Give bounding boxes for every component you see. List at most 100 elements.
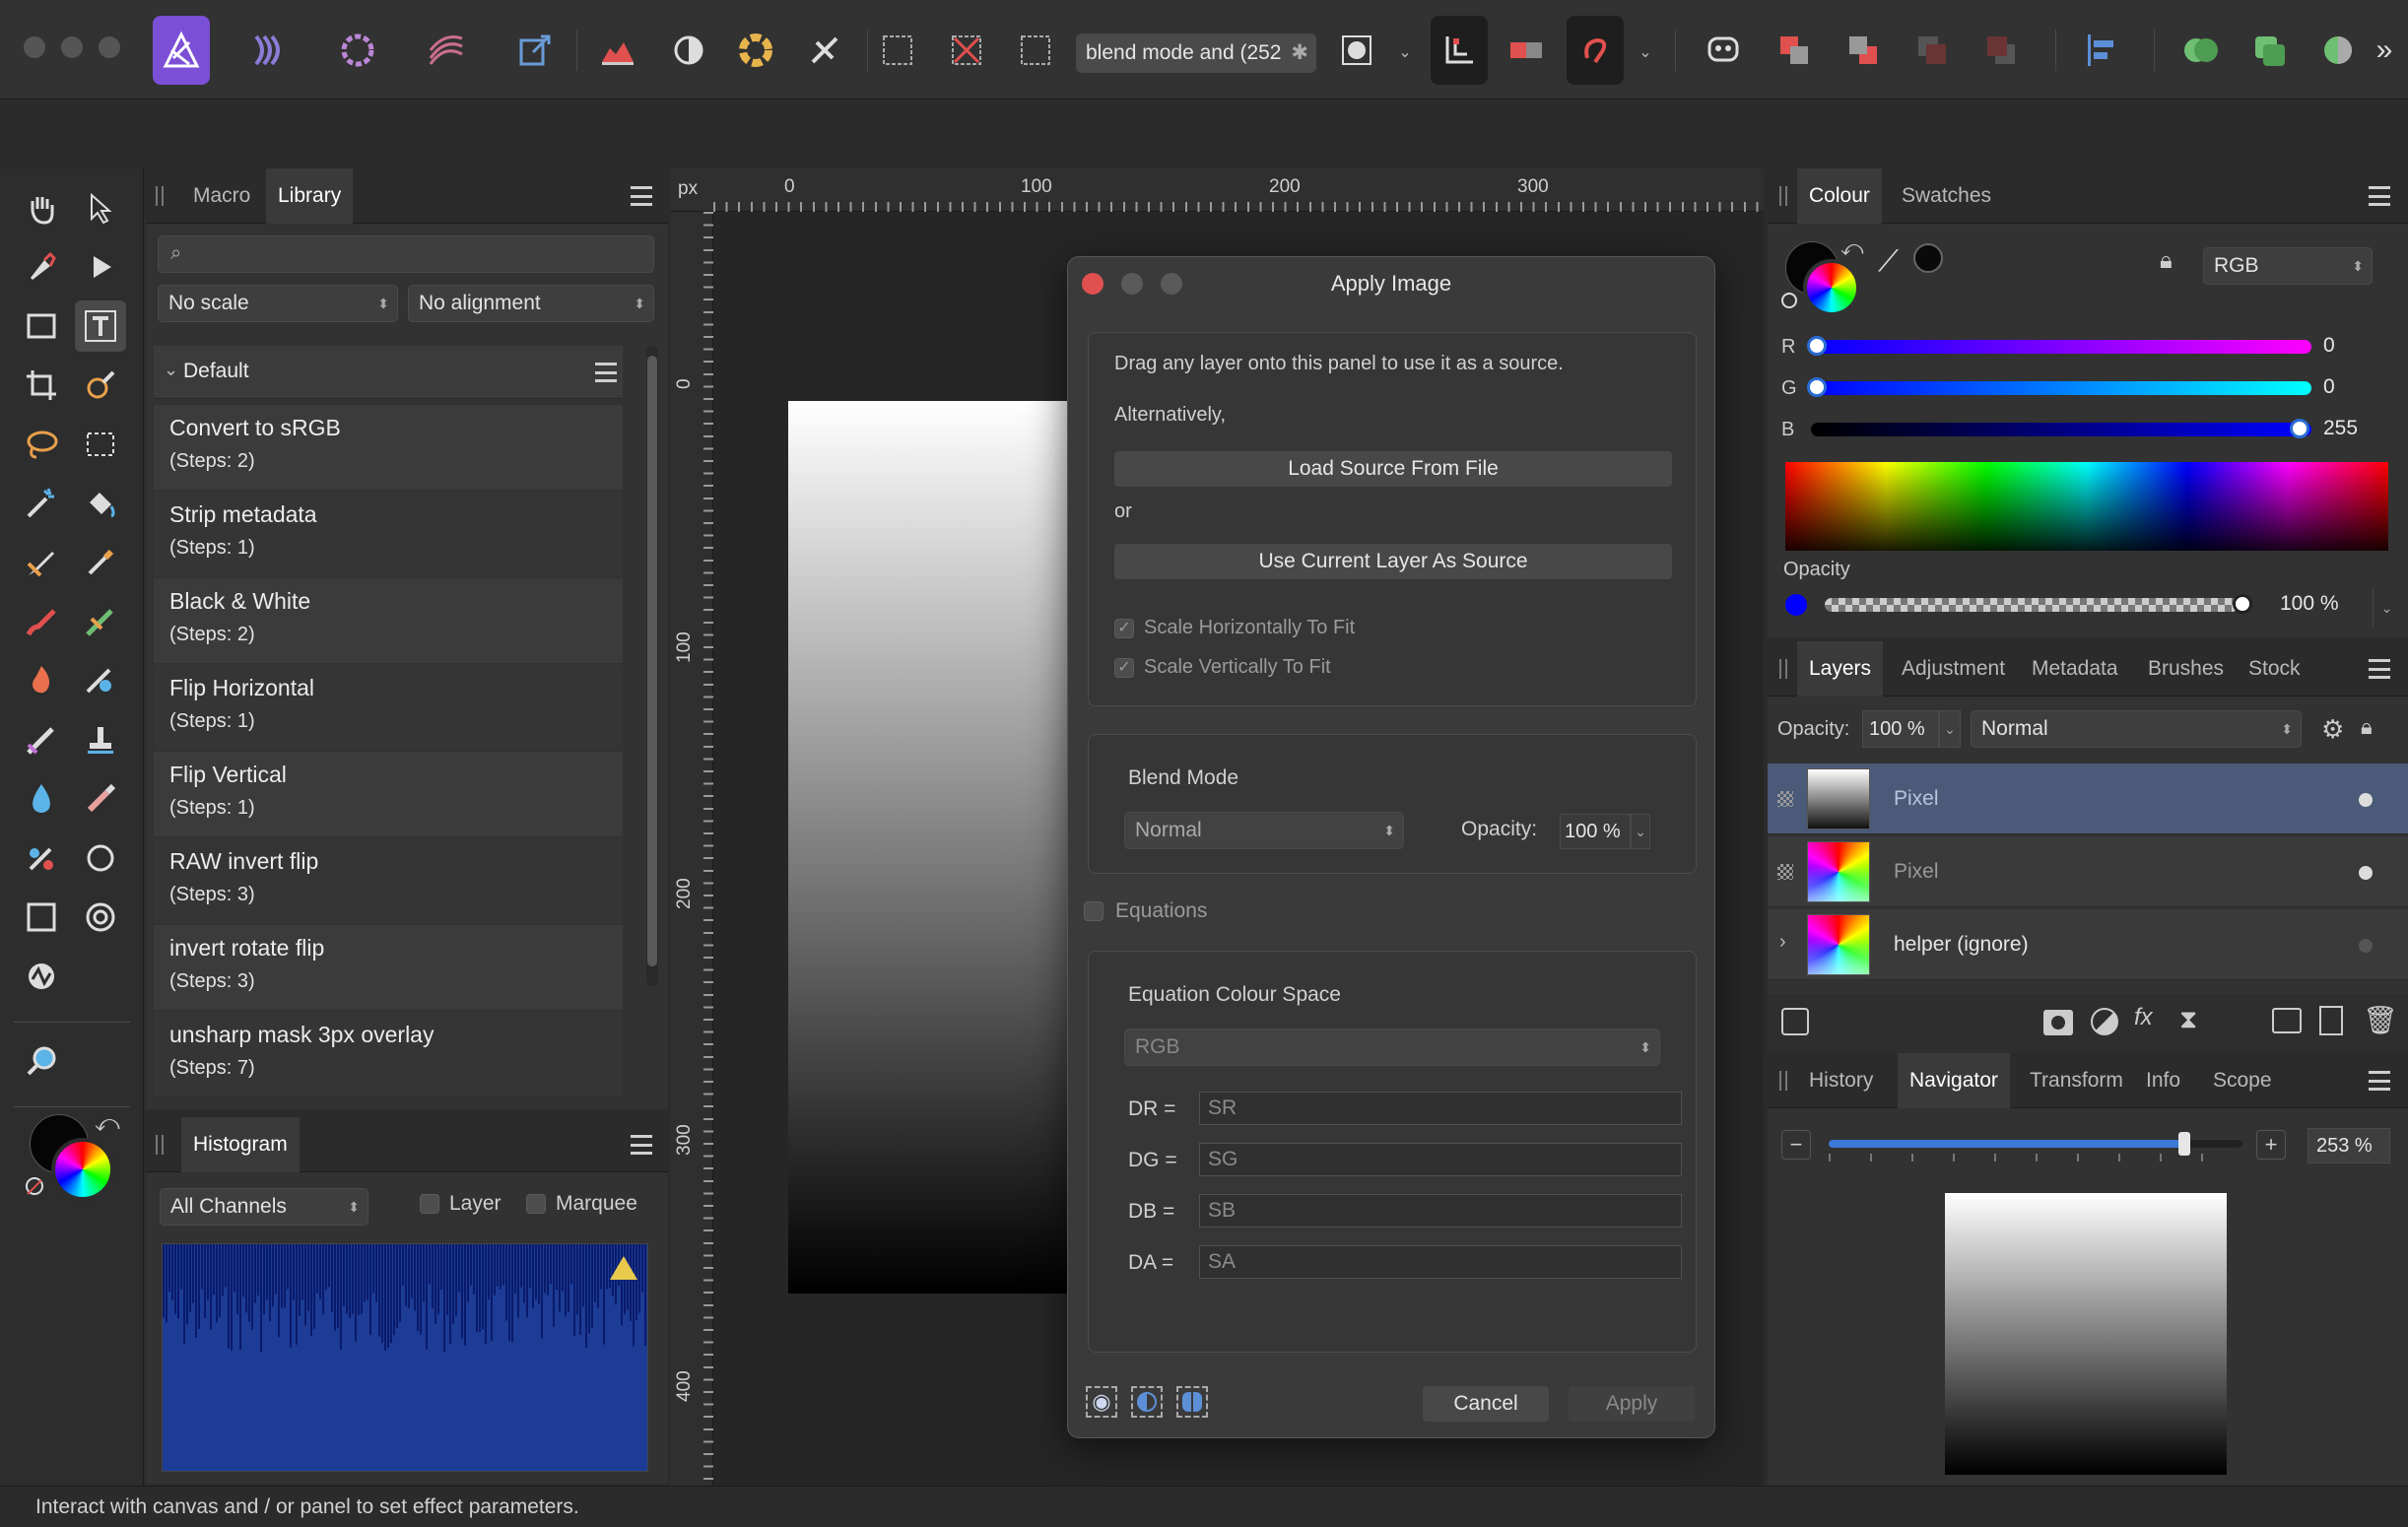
- colour-opacity-slider[interactable]: [1825, 598, 2239, 612]
- tab-history[interactable]: History: [1797, 1053, 1885, 1108]
- tab-swatches[interactable]: Swatches: [1890, 168, 2003, 224]
- lock-icon[interactable]: 🔒︎: [2361, 714, 2373, 740]
- chevron-down-icon[interactable]: ⌄: [2373, 588, 2400, 628]
- r-channel-slider[interactable]: [1811, 340, 2311, 354]
- layer-opacity-input[interactable]: 100 %: [1862, 710, 1939, 748]
- selection-mode-icon[interactable]: [869, 16, 926, 85]
- g-channel-value[interactable]: 0: [2323, 375, 2335, 399]
- auto-colour-icon[interactable]: [727, 16, 784, 85]
- tab-colour[interactable]: Colour: [1797, 168, 1882, 224]
- layer-row-pixel-selected[interactable]: Pixel: [1768, 764, 2408, 834]
- layer-visibility-dot[interactable]: [2359, 793, 2373, 807]
- text-tool-icon[interactable]: [75, 300, 126, 352]
- levels-icon[interactable]: [589, 16, 646, 85]
- secondary-colour-well[interactable]: [1803, 259, 1860, 316]
- clone-stamp-icon[interactable]: [75, 714, 126, 765]
- alignment-select[interactable]: No alignment ⬍: [408, 285, 654, 322]
- library-item[interactable]: Convert to sRGB (Steps: 2): [154, 405, 623, 490]
- library-item[interactable]: unsharp mask 3px overlay (Steps: 7): [154, 1012, 623, 1096]
- tab-layers[interactable]: Layers: [1797, 641, 1884, 697]
- cancel-button[interactable]: Cancel: [1423, 1386, 1549, 1422]
- panel-grip-icon[interactable]: [1779, 186, 1787, 206]
- auto-contrast-icon[interactable]: [660, 16, 717, 85]
- develop-persona-icon[interactable]: [329, 16, 386, 85]
- tab-adjustment[interactable]: Adjustment: [1890, 641, 2017, 697]
- marquee-checkbox[interactable]: [526, 1194, 546, 1214]
- zoom-out-button[interactable]: −: [1781, 1130, 1811, 1160]
- chevron-right-icon[interactable]: ›: [1779, 931, 1786, 954]
- tone-mapping-persona-icon[interactable]: [418, 16, 475, 85]
- secondary-colour-well[interactable]: [51, 1138, 114, 1201]
- fx-icon[interactable]: fx: [2134, 1004, 2153, 1031]
- zoom-slider-knob[interactable]: [2178, 1132, 2191, 1156]
- red-eye-tool-icon[interactable]: [16, 832, 67, 884]
- adjustment-layer-icon[interactable]: [2091, 1008, 2118, 1035]
- blur-tool-icon[interactable]: [16, 773, 67, 825]
- gear-icon[interactable]: ⚙: [2321, 714, 2344, 745]
- layer-visibility-dot[interactable]: [2359, 939, 2373, 953]
- horizontal-ruler[interactable]: px 0 100 200 300: [670, 168, 1764, 212]
- group-folder-icon[interactable]: [2272, 1008, 2302, 1033]
- library-item[interactable]: Strip metadata (Steps: 1): [154, 492, 623, 576]
- g-channel-knob[interactable]: [1807, 377, 1827, 397]
- view-mode-icon[interactable]: [1498, 16, 1555, 85]
- b-channel-value[interactable]: 255: [2323, 417, 2358, 440]
- healing-brush-icon[interactable]: [16, 714, 67, 765]
- auto-white-balance-icon[interactable]: [796, 16, 853, 85]
- layer-row-helper[interactable]: › helper (ignore): [1768, 909, 2408, 980]
- hand-tool-icon[interactable]: [16, 182, 67, 233]
- b-channel-knob[interactable]: [2290, 419, 2309, 438]
- quick-mask-icon[interactable]: [1328, 16, 1385, 85]
- magic-wand-icon[interactable]: [16, 478, 67, 529]
- g-channel-slider[interactable]: [1811, 381, 2311, 395]
- boolean-intersect-icon[interactable]: [2309, 16, 2367, 85]
- inpainting-brush-icon[interactable]: [16, 537, 67, 588]
- swap-colours-icon[interactable]: ⤺: [1840, 235, 1864, 261]
- swap-colours-icon[interactable]: ⤺: [95, 1110, 120, 1138]
- zoom-in-button[interactable]: +: [2256, 1130, 2286, 1160]
- layer-effects-icon[interactable]: [1781, 1008, 1809, 1035]
- equation-da-input[interactable]: SA: [1199, 1245, 1682, 1279]
- burn-tool-icon[interactable]: [16, 655, 67, 706]
- zoom-tool-icon[interactable]: [16, 1035, 67, 1087]
- category-menu-icon[interactable]: [595, 363, 617, 382]
- scale-vertical-checkbox[interactable]: ✓: [1114, 658, 1134, 678]
- tab-brushes[interactable]: Brushes: [2136, 641, 2236, 697]
- mirror-view-icon[interactable]: [1176, 1386, 1208, 1418]
- boolean-subtract-icon[interactable]: [2241, 16, 2298, 85]
- arrange-bottom-icon[interactable]: [1973, 16, 2030, 85]
- chevron-down-icon[interactable]: ⌄: [1638, 45, 1653, 61]
- library-item[interactable]: Flip Horizontal (Steps: 1): [154, 665, 623, 750]
- panel-grip-icon[interactable]: [156, 1135, 164, 1155]
- panel-grip-icon[interactable]: [1779, 1071, 1787, 1091]
- equation-colour-space-select[interactable]: RGB ⬍: [1124, 1029, 1660, 1066]
- assistant-icon[interactable]: [1695, 16, 1752, 85]
- b-channel-slider[interactable]: [1811, 423, 2311, 436]
- library-item[interactable]: RAW invert flip (Steps: 3): [154, 838, 623, 923]
- arrange-back-icon[interactable]: [1766, 16, 1823, 85]
- invert-selection-icon[interactable]: [1007, 16, 1064, 85]
- colour-opacity-value[interactable]: 100 %: [2280, 592, 2339, 616]
- arrange-forward-icon[interactable]: [1835, 16, 1892, 85]
- live-filter-icon[interactable]: ⧗: [2179, 1004, 2197, 1035]
- panel-menu-icon[interactable]: [631, 1135, 652, 1155]
- colour-opacity-knob[interactable]: [2233, 594, 2252, 614]
- layer-visibility-dot[interactable]: [2359, 866, 2373, 880]
- scale-select[interactable]: No scale ⬍: [158, 285, 398, 322]
- shape-tool-icon[interactable]: [16, 892, 67, 943]
- chevron-down-icon[interactable]: ⌄: [1631, 814, 1650, 849]
- library-item[interactable]: Black & White (Steps: 2): [154, 578, 623, 663]
- chevron-down-icon[interactable]: ⌄: [1939, 710, 1961, 748]
- flood-fill-icon[interactable]: [75, 478, 126, 529]
- mask-layer-icon[interactable]: [2043, 1010, 2073, 1035]
- force-pixel-alignment-icon[interactable]: [1567, 16, 1624, 85]
- color-picker-icon[interactable]: [75, 537, 126, 588]
- scale-horizontal-checkbox[interactable]: ✓: [1114, 619, 1134, 638]
- boolean-add-icon[interactable]: [2172, 16, 2229, 85]
- tab-metadata[interactable]: Metadata: [2020, 641, 2130, 697]
- r-channel-knob[interactable]: [1807, 336, 1827, 356]
- split-view-icon[interactable]: [1131, 1386, 1163, 1418]
- more-tools-icon[interactable]: »: [2365, 16, 2404, 85]
- freehand-selection-icon[interactable]: [16, 419, 67, 470]
- layer-row-pixel[interactable]: Pixel: [1768, 836, 2408, 907]
